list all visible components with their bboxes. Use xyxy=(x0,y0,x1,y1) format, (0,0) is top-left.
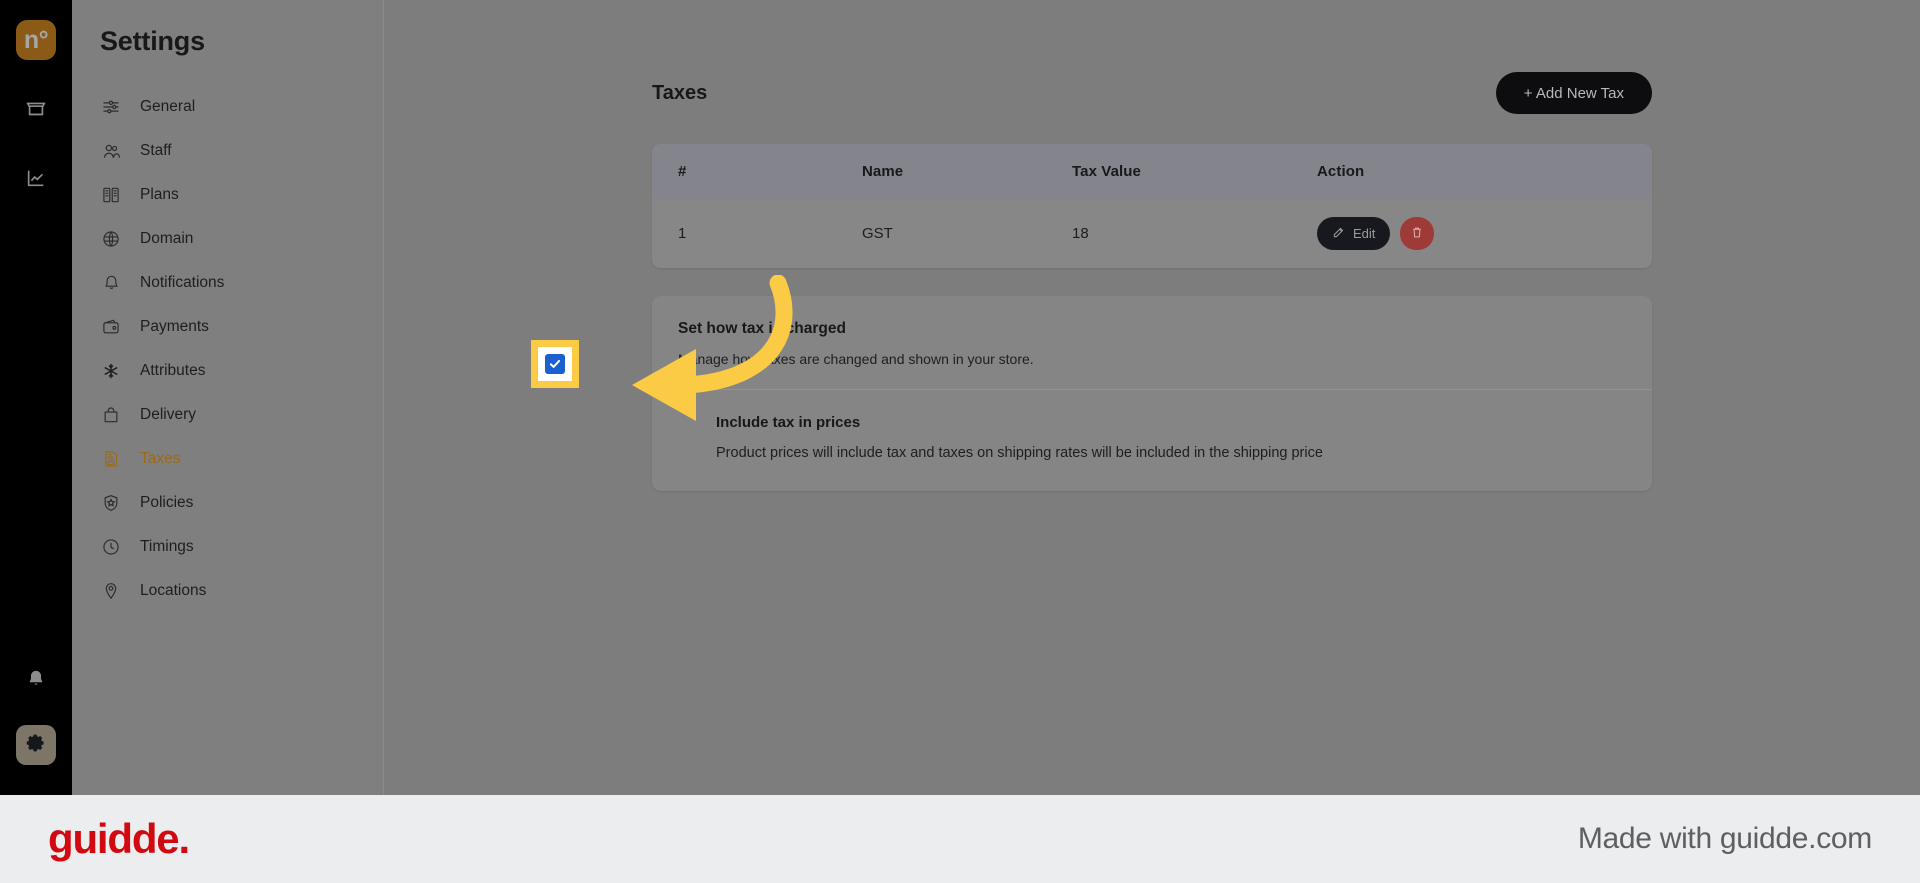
sidebar-item-label: Staff xyxy=(140,142,172,159)
sidebar-item-locations[interactable]: Locations xyxy=(72,569,383,613)
made-with-guidde-text: Made with guidde.com xyxy=(1577,822,1872,855)
table-header-row: # Name Tax Value Action xyxy=(652,144,1652,199)
rail-item-settings[interactable] xyxy=(16,725,56,765)
sidebar-item-label: Attributes xyxy=(140,362,206,379)
taxes-table: # Name Tax Value Action 1 GST 18 Edit xyxy=(652,144,1652,268)
clock-icon xyxy=(100,536,122,558)
settings-sidebar: Settings General Staff Plans Domain Noti… xyxy=(72,0,384,795)
cell-tax-value: 18 xyxy=(1072,199,1317,268)
cell-actions: Edit xyxy=(1317,199,1652,268)
store-icon xyxy=(25,97,47,124)
edit-tax-button[interactable]: Edit xyxy=(1317,217,1391,250)
page-title: Settings xyxy=(100,26,205,56)
rail-item-analytics[interactable] xyxy=(16,160,56,200)
wallet-icon xyxy=(100,316,122,338)
catalog-icon xyxy=(100,184,122,206)
users-icon xyxy=(100,140,122,162)
content-header: Taxes + Add New Tax xyxy=(652,70,1652,116)
bell-icon xyxy=(25,667,47,696)
edit-button-label: Edit xyxy=(1353,226,1376,241)
sidebar-item-label: Domain xyxy=(140,230,194,247)
include-tax-option-row[interactable]: Include tax in prices Product prices wil… xyxy=(652,390,1652,491)
trash-icon xyxy=(1410,225,1424,243)
gear-icon xyxy=(25,732,47,759)
globe-icon xyxy=(100,228,122,250)
sidebar-item-label: Locations xyxy=(140,582,207,599)
checkbox-highlight-box xyxy=(531,340,579,388)
sidebar-item-policies[interactable]: Policies xyxy=(72,481,383,525)
app-logo[interactable]: n° xyxy=(16,20,56,60)
sidebar-item-label: Payments xyxy=(140,318,209,335)
sidebar-item-delivery[interactable]: Delivery xyxy=(72,393,383,437)
rail-item-store[interactable] xyxy=(16,90,56,130)
sidebar-item-label: Plans xyxy=(140,186,179,203)
sidebar-item-label: Delivery xyxy=(140,406,196,423)
sidebar-item-timings[interactable]: Timings xyxy=(72,525,383,569)
sidebar-item-notifications[interactable]: Notifications xyxy=(72,261,383,305)
sliders-icon xyxy=(100,96,122,118)
app-root: n° Settings General Staff Plans Domain N… xyxy=(0,0,1920,883)
asterisk-icon xyxy=(100,360,122,382)
main-content: Taxes + Add New Tax # Name Tax Value Act… xyxy=(384,0,1920,795)
bell-icon xyxy=(100,272,122,294)
taxes-table-card: # Name Tax Value Action 1 GST 18 Edit xyxy=(652,144,1652,268)
map-pin-icon xyxy=(100,580,122,602)
sidebar-item-label: Timings xyxy=(140,538,194,555)
dimmed-app-screen: n° Settings General Staff Plans Domain N… xyxy=(0,0,1920,795)
sidebar-item-domain[interactable]: Domain xyxy=(72,217,383,261)
sidebar-item-taxes[interactable]: Taxes xyxy=(72,437,383,481)
sidebar-item-label: Notifications xyxy=(140,274,225,291)
check-icon xyxy=(548,357,562,371)
tax-charge-title: Set how tax is charged xyxy=(678,320,846,337)
cell-name: GST xyxy=(862,199,1072,268)
include-tax-description: Product prices will include tax and taxe… xyxy=(716,445,1323,461)
column-header-action: Action xyxy=(1317,144,1652,199)
guidde-footer: guidde. Made with guidde.com xyxy=(0,795,1920,883)
shield-star-icon xyxy=(100,492,122,514)
column-header-index: # xyxy=(652,144,862,199)
sidebar-item-attributes[interactable]: Attributes xyxy=(72,349,383,393)
sidebar-item-label: Taxes xyxy=(140,450,181,467)
tax-charge-subtitle: Manage how taxes are changed and shown i… xyxy=(678,351,1034,367)
include-tax-label: Include tax in prices xyxy=(716,414,861,431)
icon-rail: n° xyxy=(0,0,72,795)
table-row: 1 GST 18 Edit xyxy=(652,199,1652,268)
tax-charge-header: Set how tax is charged Manage how taxes … xyxy=(652,296,1652,389)
tax-document-icon xyxy=(100,448,122,470)
sidebar-item-payments[interactable]: Payments xyxy=(72,305,383,349)
guidde-logo: guidde. xyxy=(48,815,190,862)
cell-index: 1 xyxy=(652,199,862,268)
tax-charge-card: Set how tax is charged Manage how taxes … xyxy=(652,296,1652,491)
pencil-icon xyxy=(1332,225,1346,242)
taxes-heading: Taxes xyxy=(652,81,708,104)
settings-nav: General Staff Plans Domain Notifications… xyxy=(72,85,383,613)
column-header-tax-value: Tax Value xyxy=(1072,144,1317,199)
sidebar-item-general[interactable]: General xyxy=(72,85,383,129)
sidebar-item-label: Policies xyxy=(140,494,194,511)
analytics-icon xyxy=(25,167,47,194)
sidebar-item-plans[interactable]: Plans xyxy=(72,173,383,217)
include-tax-checkbox-slot xyxy=(678,416,698,436)
column-header-name: Name xyxy=(862,144,1072,199)
add-new-tax-button[interactable]: + Add New Tax xyxy=(1495,72,1652,114)
sidebar-item-label: General xyxy=(140,98,196,115)
delete-tax-button[interactable] xyxy=(1400,217,1435,250)
bag-icon xyxy=(100,404,122,426)
include-tax-checkbox[interactable] xyxy=(545,354,565,374)
sidebar-item-staff[interactable]: Staff xyxy=(72,129,383,173)
rail-item-notifications[interactable] xyxy=(16,661,56,701)
